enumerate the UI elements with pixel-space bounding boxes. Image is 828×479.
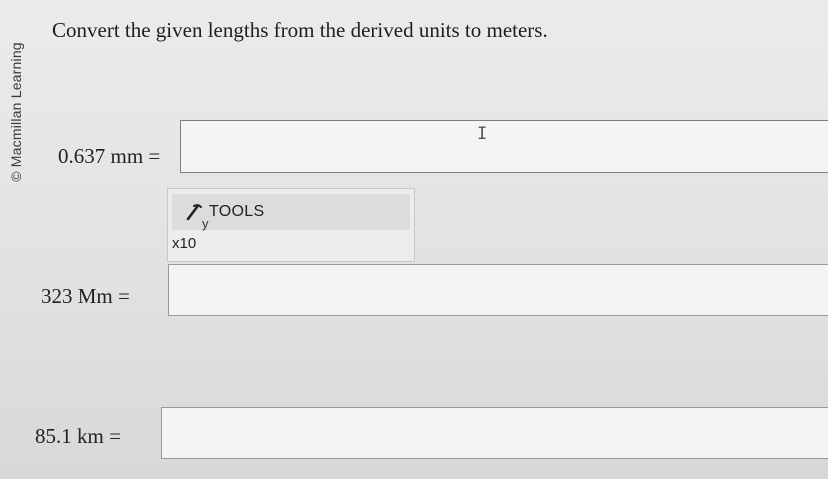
question-prompt: Convert the given lengths from the deriv… [52, 18, 548, 42]
tools-label: TOOLS [209, 203, 265, 220]
question-1-label: 0.637 mm = [58, 144, 161, 168]
question-3-label: 85.1 km = [35, 424, 121, 448]
answer-input-3[interactable] [161, 407, 828, 459]
answer-input-1[interactable]: I [180, 120, 828, 173]
text-cursor-icon: I [477, 124, 488, 144]
question-2-label: 323 Mm = [41, 284, 130, 308]
answer-input-2[interactable] [168, 264, 828, 316]
tools-icon-subscript: y [202, 216, 209, 231]
copyright-watermark: © Macmillan Learning [6, 22, 26, 202]
times-ten-button[interactable]: x10 [172, 235, 196, 252]
tools-button[interactable]: y TOOLS [172, 194, 410, 231]
watermark-text: © Macmillan Learning [8, 42, 25, 182]
tools-palette: y TOOLS x10 [167, 188, 415, 262]
pencil-tools-icon: y [186, 203, 209, 231]
